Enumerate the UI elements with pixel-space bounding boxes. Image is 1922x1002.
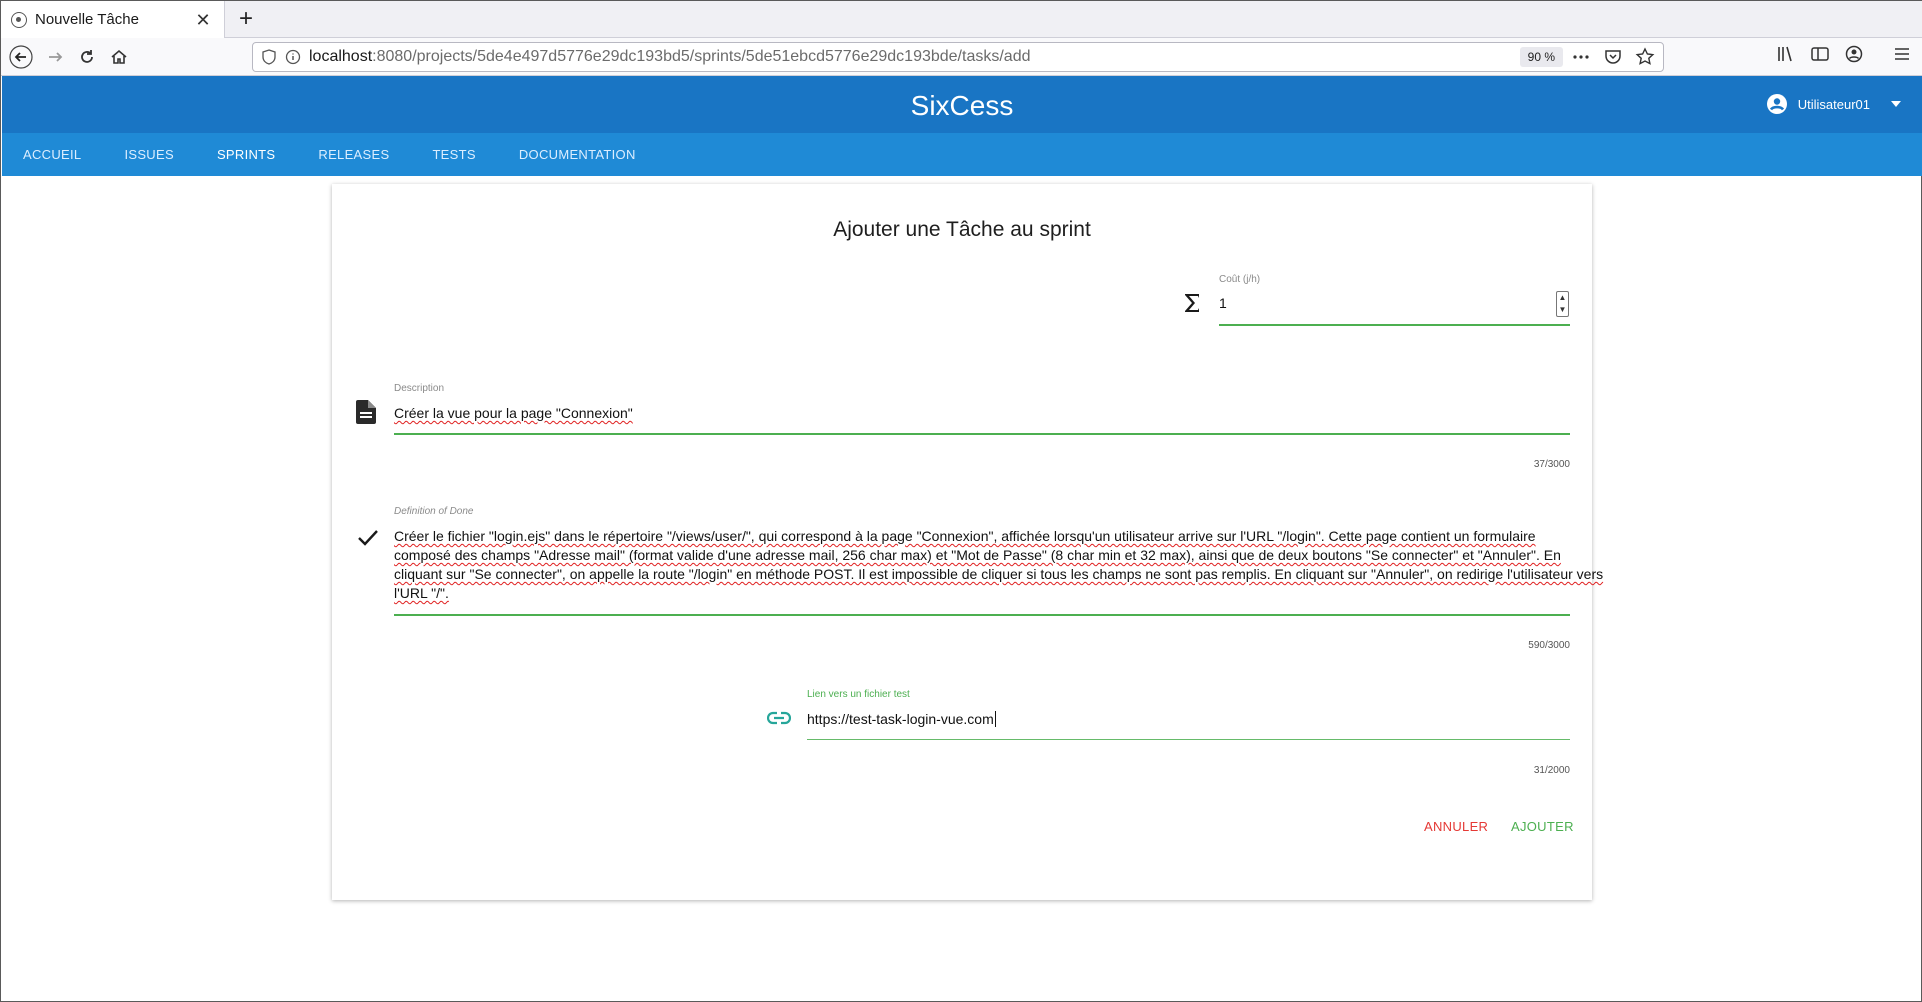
nav-item-releases[interactable]: RELEASES — [318, 147, 389, 162]
decrement-icon[interactable]: ▼ — [1557, 304, 1568, 316]
url-actions — [1571, 47, 1655, 67]
browser-tools — [1775, 43, 1913, 65]
test-link-underline — [807, 739, 1570, 740]
test-link-label: Lien vers un fichier test — [807, 689, 910, 700]
shield-icon[interactable] — [261, 49, 277, 65]
task-form-card: Ajouter une Tâche au sprint Coût (j/h) 1… — [332, 184, 1604, 900]
test-link-text: https://test-task-login-vue.com — [807, 711, 994, 727]
back-arrow-icon — [9, 45, 33, 69]
dod-line: composé des champs "Adresse mail" (forma… — [394, 547, 1561, 563]
browser-window: Nouvelle Tâche ✕ + localhost:8080/projec… — [0, 0, 1922, 1002]
cost-input[interactable]: 1 — [1219, 295, 1227, 311]
dod-line: cliquant sur "Se connecter", on appelle … — [394, 566, 1604, 582]
nav-item-sprints[interactable]: SPRINTS — [217, 147, 275, 162]
cancel-button[interactable]: ANNULER — [1424, 819, 1488, 834]
test-link-input[interactable]: https://test-task-login-vue.com — [807, 711, 996, 727]
favicon-icon — [11, 11, 27, 28]
user-name: Utilisateur01 — [1797, 96, 1870, 112]
app-title: SixCess — [910, 90, 1014, 121]
cost-stepper[interactable]: ▲ ▼ — [1556, 291, 1569, 317]
link-icon — [767, 711, 791, 725]
form-title: Ajouter une Tâche au sprint — [833, 218, 1091, 241]
account-icon[interactable] — [1843, 43, 1865, 65]
reload-icon — [81, 50, 93, 63]
tab-title: Nouvelle Tâche — [35, 11, 139, 28]
more-actions-icon[interactable] — [1571, 47, 1591, 67]
back-button[interactable] — [7, 43, 35, 71]
tab-strip: Nouvelle Tâche ✕ + — [1, 1, 1922, 38]
close-tab-icon[interactable]: ✕ — [192, 9, 214, 31]
forward-arrow-icon — [49, 52, 63, 62]
browser-tab[interactable]: Nouvelle Tâche ✕ — [1, 1, 225, 38]
test-link-counter: 31/2000 — [1533, 765, 1570, 776]
home-button[interactable] — [105, 43, 133, 71]
reload-button[interactable] — [73, 43, 101, 71]
dod-underline — [394, 614, 1570, 616]
checkmark-icon — [358, 530, 378, 546]
info-icon[interactable] — [285, 49, 301, 65]
sidebar-icon[interactable] — [1809, 43, 1831, 65]
new-tab-button[interactable]: + — [233, 6, 259, 32]
pocket-icon[interactable] — [1603, 47, 1623, 67]
description-label: Description — [394, 383, 445, 394]
bookmark-star-icon[interactable] — [1635, 47, 1655, 67]
description-underline — [394, 433, 1570, 435]
url-text: localhost:8080/projects/5de4e497d5776e29… — [309, 48, 1030, 66]
menu-icon[interactable] — [1891, 43, 1913, 65]
account-circle-icon — [1766, 94, 1787, 114]
nav-item-documentation[interactable]: DOCUMENTATION — [519, 147, 636, 162]
document-icon — [356, 400, 376, 424]
dropdown-arrow-icon[interactable] — [1890, 100, 1902, 108]
sigma-icon — [1185, 294, 1199, 312]
dod-line: Créer le fichier "login.ejs" dans le rép… — [394, 528, 1536, 544]
dod-label: Definition of Done — [394, 506, 474, 517]
text-cursor — [994, 711, 996, 727]
url-host: localhost — [309, 48, 373, 65]
dod-textarea[interactable]: Créer le fichier "login.ejs" dans le rép… — [394, 527, 1604, 603]
description-text: Créer la vue pour la page "Connexion" — [394, 405, 633, 421]
description-counter: 37/3000 — [1533, 459, 1570, 470]
url-path: :8080/projects/5de4e497d5776e29dc193bd5/… — [372, 48, 1031, 65]
dod-counter: 590/3000 — [1528, 640, 1570, 651]
browser-toolbar: localhost:8080/projects/5de4e497d5776e29… — [1, 38, 1922, 76]
dod-line: l'URL "/". — [394, 585, 449, 601]
app-header: SixCess Utilisateur01 — [2, 76, 1922, 133]
zoom-indicator[interactable]: 90 % — [1519, 47, 1563, 67]
increment-icon[interactable]: ▲ — [1557, 292, 1568, 304]
nav-item-issues[interactable]: ISSUES — [124, 147, 173, 162]
description-input[interactable]: Créer la vue pour la page "Connexion" — [394, 405, 633, 421]
user-menu[interactable]: Utilisateur01 — [1766, 93, 1902, 115]
nav-item-accueil[interactable]: ACCUEIL — [23, 147, 81, 162]
forward-button[interactable] — [41, 43, 69, 71]
url-bar[interactable]: localhost:8080/projects/5de4e497d5776e29… — [252, 42, 1664, 72]
cost-label: Coût (j/h) — [1219, 274, 1261, 285]
home-icon — [111, 49, 127, 64]
nav-item-tests[interactable]: TESTS — [432, 147, 475, 162]
add-task-button[interactable]: AJOUTER — [1511, 819, 1574, 834]
main-nav: ACCUEIL ISSUES SPRINTS RELEASES TESTS DO… — [2, 133, 1922, 176]
library-icon[interactable] — [1775, 43, 1797, 65]
cost-underline — [1219, 324, 1570, 326]
